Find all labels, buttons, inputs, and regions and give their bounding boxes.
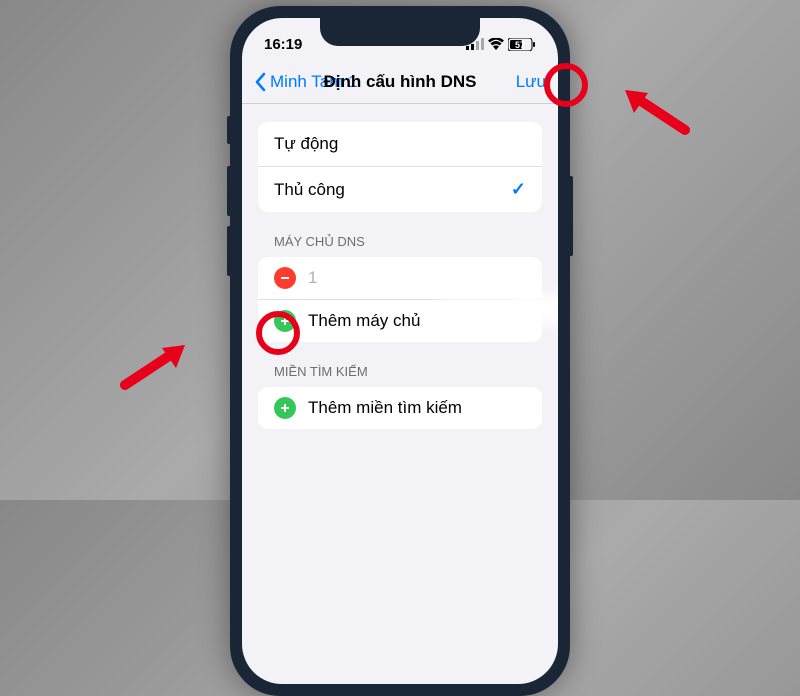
nav-bar: Minh Tam 1 Định cấu hình DNS Lưu [242,60,558,104]
phone-frame: 16:19 57 Minh Tam 1 Định cấu hình DNS Lư… [230,6,570,696]
dns-entry-value: 1 [308,268,317,288]
save-button[interactable]: Lưu [516,72,546,92]
volume-down [227,226,230,276]
dns-group: 1 Thêm máy chủ [258,257,542,342]
notch [320,18,480,46]
dns-entry-row[interactable]: 1 [258,257,542,300]
back-label: Minh Tam 1 [270,72,358,92]
wifi-icon [488,38,504,50]
add-search-domain-row[interactable]: Thêm miền tìm kiếm [258,387,542,429]
status-icons: 57 [466,38,536,51]
content-area: Tự động Thủ công ✓ MÁY CHỦ DNS 1 [242,104,558,429]
mode-manual-row[interactable]: Thủ công ✓ [258,167,542,212]
search-group: Thêm miền tìm kiếm [258,387,542,429]
mode-auto-label: Tự động [274,134,338,154]
power-button [570,176,573,256]
status-time: 16:19 [264,36,302,53]
annotation-arrow-icon [620,85,690,135]
chevron-left-icon [254,72,266,92]
checkmark-icon: ✓ [511,179,526,200]
mute-switch [227,116,230,144]
add-dns-label: Thêm máy chủ [308,311,420,331]
mode-auto-row[interactable]: Tự động [258,122,542,167]
search-section-header: MIỀN TÌM KIẾM [258,342,542,387]
add-search-label: Thêm miền tìm kiếm [308,398,462,418]
volume-up [227,166,230,216]
annotation-arrow-icon [120,340,190,390]
screen: 16:19 57 Minh Tam 1 Định cấu hình DNS Lư… [242,18,558,684]
back-button[interactable]: Minh Tam 1 [254,72,358,92]
battery-icon: 57 [508,38,536,51]
svg-text:57: 57 [515,40,525,50]
add-dns-server-row[interactable]: Thêm máy chủ [258,300,542,342]
dns-section-header: MÁY CHỦ DNS [258,212,542,257]
add-icon[interactable] [274,310,296,332]
add-icon[interactable] [274,397,296,419]
mode-manual-label: Thủ công [274,180,345,200]
mode-group: Tự động Thủ công ✓ [258,122,542,212]
delete-icon[interactable] [274,267,296,289]
